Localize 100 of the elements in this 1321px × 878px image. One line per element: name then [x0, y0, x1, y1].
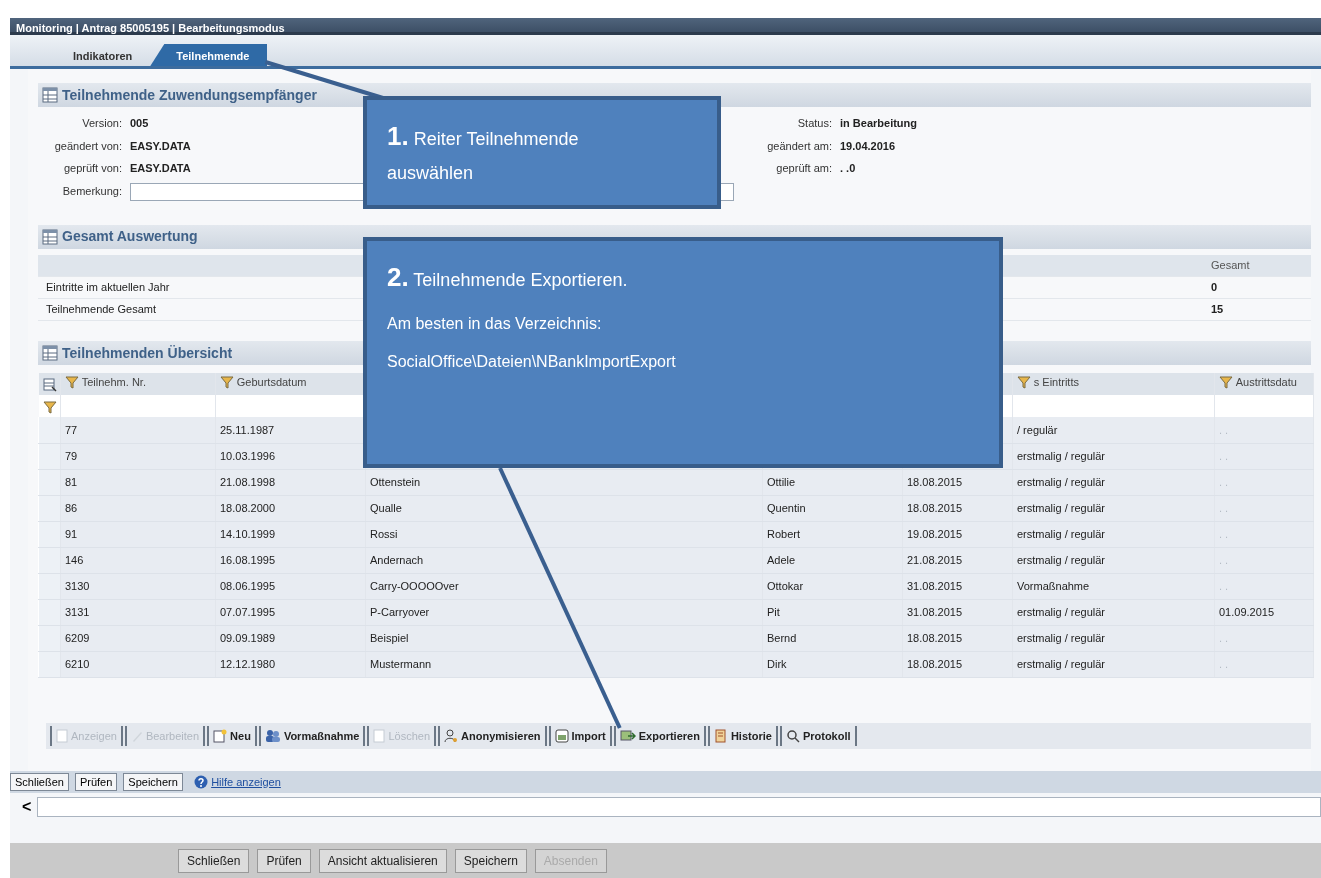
table-cell: P-Carryover: [370, 605, 430, 618]
tab[interactable]: Teilnehmende: [150, 44, 268, 66]
row-selector[interactable]: [38, 495, 61, 521]
toolbar-button[interactable]: Vormaßnahme: [258, 726, 366, 746]
table-cell: 18.08.2015: [907, 631, 963, 644]
table-cell: 07.07.1995: [220, 605, 276, 618]
table-cell: Vormaßnahme: [1017, 579, 1090, 592]
action-button[interactable]: Prüfen: [74, 773, 118, 791]
field-value: 19.04.2016: [840, 139, 896, 152]
table-cell: 12.12.1980: [220, 657, 276, 670]
row-selector[interactable]: [38, 651, 61, 677]
table-cell: 01.09.2015: [1219, 605, 1275, 618]
footer-button[interactable]: Schließen: [178, 848, 250, 873]
row-selector[interactable]: [38, 625, 61, 651]
new-document-icon: [213, 729, 228, 743]
export-icon: [619, 729, 636, 743]
table-cell: erstmalig / regulär: [1017, 449, 1106, 462]
table-cell: 08.06.1995: [220, 579, 276, 592]
toolbar-button[interactable]: Neu: [207, 726, 257, 746]
table-cell: 77: [65, 423, 78, 436]
column-title: s Eintritts: [1033, 375, 1079, 391]
section-title: Teilnehmenden Übersicht: [62, 343, 233, 363]
footer-button[interactable]: Speichern: [454, 848, 527, 873]
table-cell: 25.11.1987: [220, 423, 275, 436]
table-icon: [42, 228, 58, 245]
help-link[interactable]: Hilfe anzeigen: [211, 773, 281, 791]
toolbar-button[interactable]: Protokoll: [779, 726, 857, 746]
table-cell: 19.08.2015: [907, 527, 963, 540]
tab[interactable]: Indikatoren: [55, 44, 151, 66]
table-cell: erstmalig / regulär: [1017, 605, 1106, 618]
row-selector[interactable]: [38, 417, 61, 443]
table-cell: Ottilie: [767, 475, 796, 488]
table-cell: . .: [1219, 657, 1229, 670]
toolbar-button[interactable]: Import: [548, 726, 612, 746]
import-icon: [554, 729, 569, 743]
column-title: Geburtsdatum: [236, 375, 307, 391]
toolbar-button[interactable]: Exportieren: [613, 726, 706, 746]
table-cell: 10.03.1996: [220, 449, 276, 462]
table-cell: . .: [1219, 631, 1229, 644]
table-cell: Carry-OOOOOver: [370, 579, 459, 592]
table-cell: erstmalig / regulär: [1017, 501, 1106, 514]
action-button[interactable]: Schließen: [10, 773, 69, 791]
window-title: Monitoring | Antrag 85005195 | Bearbeitungsmodus: [10, 18, 1321, 35]
table-cell: . .: [1219, 475, 1229, 488]
table-cell: . .: [1219, 449, 1229, 462]
table-cell: 81: [65, 475, 78, 488]
table-settings-icon: [42, 377, 57, 392]
row-selector[interactable]: [38, 547, 61, 573]
callout-text: 1. Reiter Teilnehmende auswählen: [387, 120, 580, 186]
table-cell: 6210: [65, 657, 90, 670]
table-cell: 79: [65, 449, 78, 462]
table-cell: 14.10.1999: [220, 527, 276, 540]
row-selector[interactable]: [38, 573, 61, 599]
table-cell: erstmalig / regulär: [1017, 657, 1106, 670]
user-icon: [444, 729, 459, 743]
field-label: Status:: [797, 117, 832, 129]
field-value: 005: [130, 117, 149, 129]
filter-icon: [1219, 375, 1233, 390]
footer-button[interactable]: Ansicht aktualisieren: [318, 848, 447, 873]
table-cell: erstmalig / regulär: [1017, 553, 1106, 566]
table-cell: / regulär: [1017, 423, 1058, 436]
table-cell: erstmalig / regulär: [1017, 475, 1106, 488]
table-cell: . .: [1219, 423, 1229, 436]
table-cell: 0: [1203, 276, 1311, 299]
table-cell: 31.08.2015: [907, 579, 963, 592]
table-cell: 3131: [65, 605, 90, 618]
row-selector[interactable]: [38, 599, 61, 625]
table-cell: 15: [1203, 298, 1311, 321]
filter-icon: [65, 375, 79, 390]
table-cell: 146: [65, 553, 84, 566]
field-label: geändert am:: [767, 139, 832, 152]
table-cell: Robert: [767, 527, 801, 540]
callout-text: SocialOffice\Dateien\NBankImportExport: [387, 352, 677, 373]
field-label: geprüft von:: [63, 162, 122, 174]
table-cell: . .: [1219, 501, 1229, 514]
section-title: Gesamt Auswertung: [62, 227, 198, 246]
field-label: Bemerkung:: [62, 184, 122, 197]
scroll-left-button[interactable]: <: [22, 799, 32, 815]
row-selector[interactable]: [38, 469, 61, 495]
toolbar-button[interactable]: Anonymisieren: [438, 726, 547, 746]
row-selector[interactable]: [38, 521, 61, 547]
table-cell: 86: [65, 501, 78, 514]
field-value: in Bearbeitung: [840, 117, 917, 129]
field-value: EASY.DATA: [130, 162, 191, 174]
table-cell: . .: [1219, 553, 1229, 566]
table-cell: Andernach: [370, 553, 424, 566]
table-cell: 21.08.1998: [220, 475, 276, 488]
column-header: Gesamt: [1203, 254, 1311, 277]
table-cell: 6209: [65, 631, 90, 644]
toolbar-button[interactable]: Historie: [707, 726, 778, 746]
document-icon: [373, 729, 386, 743]
table-cell: Adele: [767, 553, 796, 566]
table-cell: Beispiel: [370, 631, 409, 644]
footer-button[interactable]: Prüfen: [257, 848, 311, 873]
table-cell: 31.08.2015: [907, 605, 963, 618]
row-selector[interactable]: [38, 443, 61, 469]
filter-icon: [220, 375, 234, 390]
action-button[interactable]: Speichern: [123, 773, 183, 791]
table-cell: Mustermann: [370, 657, 432, 670]
scrollbar-track[interactable]: [37, 797, 1321, 817]
